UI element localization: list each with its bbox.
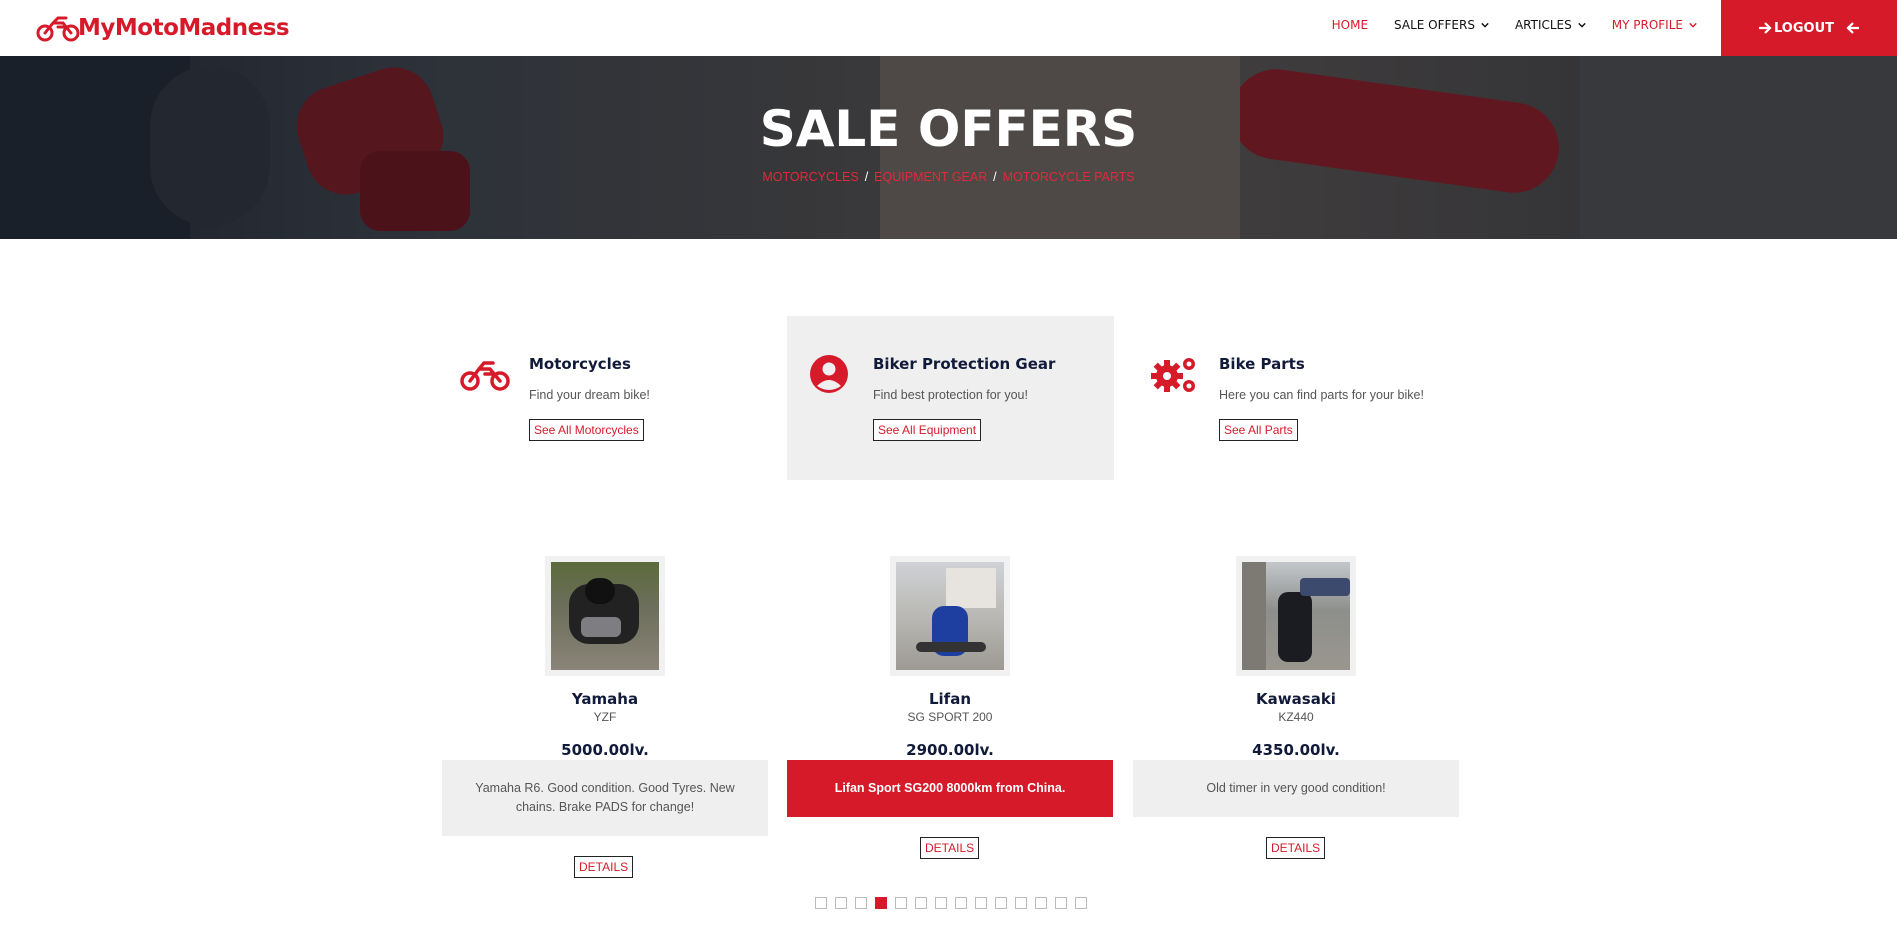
nav-sale-offers[interactable]: SALE OFFERS: [1394, 18, 1489, 32]
details-button[interactable]: DETAILS: [574, 856, 634, 878]
hero-banner: SALE OFFERS MOTORCYCLES / EQUIPMENT GEAR / M…: [0, 56, 1897, 239]
carousel-page-dot[interactable]: [935, 897, 947, 909]
carousel-page-dot[interactable]: [995, 897, 1007, 909]
page-title: SALE OFFERS: [759, 100, 1138, 158]
offer-photo: [896, 562, 1004, 670]
carousel-page-dot[interactable]: [975, 897, 987, 909]
breadcrumb-equipment-gear[interactable]: EQUIPMENT GEAR: [874, 170, 987, 184]
nav-articles[interactable]: ARTICLES: [1515, 18, 1586, 32]
nav-home[interactable]: HOME: [1332, 18, 1368, 32]
breadcrumb-motorcycles[interactable]: MOTORCYCLES: [762, 170, 858, 184]
carousel-page-dot[interactable]: [815, 897, 827, 909]
offer-photo: [1242, 562, 1350, 670]
nav-articles-label: ARTICLES: [1514, 18, 1572, 32]
offer-price: 5000.00lv.: [561, 741, 649, 759]
logout-button[interactable]: LOGOUT: [1721, 0, 1897, 56]
brand-name: MyMotoMadness: [78, 15, 290, 41]
breadcrumb-separator: /: [993, 170, 997, 184]
main-nav: HOME SALE OFFERS ARTICLES MY PROFILE: [1306, 0, 1697, 50]
arrow-left-icon: [1846, 22, 1860, 34]
carousel-page-dot[interactable]: [1075, 897, 1087, 909]
offer-description: Yamaha R6. Good condition. Good Tyres. N…: [442, 760, 768, 836]
nav-my-profile[interactable]: MY PROFILE: [1612, 18, 1697, 32]
offer-description: Old timer in very good condition!: [1133, 760, 1459, 817]
breadcrumb-separator: /: [864, 170, 869, 184]
carousel-page-dot[interactable]: [835, 897, 847, 909]
arrow-right-icon: [1758, 22, 1772, 34]
offer-photo: [551, 562, 659, 670]
offer-brand: Yamaha: [571, 690, 639, 708]
brand-logo[interactable]: MyMotoMadness: [36, 10, 290, 46]
chevron-down-icon: [1481, 22, 1489, 28]
offer-brand: Kawasaki: [1256, 690, 1336, 708]
category-description: Find your dream bike!: [529, 388, 650, 402]
see-all-equipment-button[interactable]: See All Equipment: [873, 419, 982, 441]
category-title: Biker Protection Gear: [873, 355, 1056, 373]
carousel-page-dot[interactable]: [915, 897, 927, 909]
offer-brand: Lifan: [928, 690, 972, 708]
offer-model: SG SPORT 200: [907, 710, 993, 724]
category-description: Find best protection for you!: [873, 388, 1028, 402]
category-title: Motorcycles: [529, 355, 631, 373]
category-motorcycles: Motorcycles Find your dream bike! See Al…: [443, 316, 770, 480]
breadcrumb-motorcycle-parts[interactable]: MOTORCYCLE PARTS: [1003, 170, 1135, 184]
nav-home-label: HOME: [1331, 18, 1369, 32]
carousel-page-dot[interactable]: [1035, 897, 1047, 909]
offer-thumbnail[interactable]: [545, 556, 665, 676]
carousel-page-dot[interactable]: [955, 897, 967, 909]
carousel-page-dot[interactable]: [875, 897, 887, 909]
offer-thumbnail[interactable]: [1236, 556, 1356, 676]
offer-price: 2900.00lv.: [906, 741, 994, 759]
details-button[interactable]: DETAILS: [920, 837, 980, 859]
offer-model: YZF: [593, 710, 617, 724]
details-button[interactable]: DETAILS: [1266, 837, 1326, 859]
category-title: Bike Parts: [1219, 355, 1305, 373]
offer-description: Lifan Sport SG200 8000km from China.: [787, 760, 1113, 817]
category-bike-parts: Bike Parts Here you can find parts for y…: [1133, 316, 1460, 480]
carousel-page-dot[interactable]: [1055, 897, 1067, 909]
offer-thumbnail[interactable]: [890, 556, 1010, 676]
logout-label: LOGOUT: [1773, 20, 1835, 36]
offer-model: KZ440: [1278, 710, 1314, 724]
breadcrumb: MOTORCYCLES / EQUIPMENT GEAR / MOTORCYCLE PA…: [0, 170, 1897, 184]
see-all-motorcycles-button[interactable]: See All Motorcycles: [529, 419, 644, 441]
carousel-page-dot[interactable]: [895, 897, 907, 909]
category-description: Here you can find parts for your bike!: [1219, 388, 1424, 402]
navbar: MyMotoMadness HOME SALE OFFERS ARTICLES …: [0, 0, 1897, 56]
carousel-page-dot[interactable]: [1015, 897, 1027, 909]
motorcycle-icon: [460, 361, 510, 391]
nav-my-profile-label: MY PROFILE: [1611, 18, 1683, 32]
category-protection-gear: Biker Protection Gear Find best protecti…: [787, 316, 1114, 480]
chevron-down-icon: [1689, 22, 1697, 28]
offer-price: 4350.00lv.: [1252, 741, 1340, 759]
carousel-page-dot[interactable]: [855, 897, 867, 909]
chevron-down-icon: [1578, 22, 1586, 28]
see-all-parts-button[interactable]: See All Parts: [1219, 419, 1298, 441]
gears-icon: [1151, 358, 1195, 392]
motorcycle-icon: [36, 16, 80, 42]
user-circle-icon: [810, 355, 848, 393]
carousel-pagination: [815, 897, 1095, 909]
nav-sale-offers-label: SALE OFFERS: [1394, 18, 1475, 32]
